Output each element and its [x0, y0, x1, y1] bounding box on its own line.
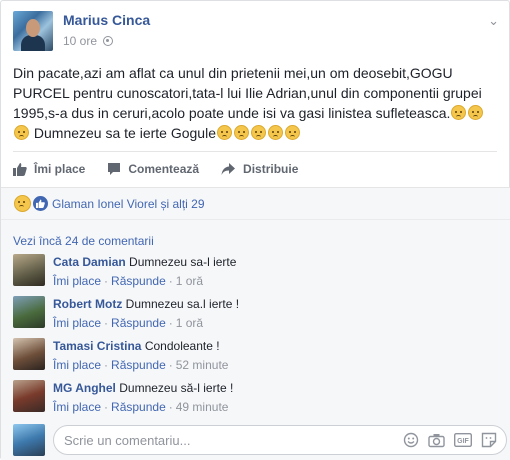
- share-button[interactable]: Distribuie: [221, 162, 298, 176]
- comment-like-link[interactable]: Îmi place: [53, 358, 101, 372]
- comment-button[interactable]: Comentează: [107, 162, 199, 176]
- camera-icon[interactable]: [428, 433, 445, 448]
- comment-line: Robert Motz Dumnezeu sa.l ierte !: [53, 296, 239, 312]
- commenter-name[interactable]: Robert Motz: [53, 297, 122, 311]
- comment-links: Îmi place · Răspunde · 1 oră: [53, 274, 204, 288]
- gif-icon[interactable]: GIF: [454, 433, 472, 447]
- comment: Tamasi Cristina Condoleante ! Îmi place ·…: [13, 338, 228, 374]
- sticker-icon[interactable]: [481, 432, 497, 448]
- comment-time[interactable]: 49 minute: [176, 400, 229, 414]
- post-body-end: Dumnezeu sa te ierte Gogule: [33, 125, 216, 141]
- comment-reply-link[interactable]: Răspunde: [111, 358, 166, 372]
- comment-time[interactable]: 1 oră: [176, 316, 203, 330]
- comment-like-link[interactable]: Îmi place: [53, 274, 101, 288]
- author-name[interactable]: Marius Cinca: [63, 12, 150, 28]
- post-header: Marius Cinca 10 ore: [13, 11, 150, 51]
- commenter-avatar[interactable]: [13, 338, 45, 370]
- sad-emoji-icon: [217, 125, 232, 140]
- comment-input[interactable]: Scrie un comentariu... GIF: [53, 425, 507, 455]
- sad-emoji-icon: [468, 105, 484, 120]
- post-actions: Îmi place Comentează Distribuie: [13, 151, 497, 185]
- comment-line: MG Anghel Dumnezeu să-l ierte !: [53, 380, 233, 396]
- comment-time[interactable]: 1 oră: [176, 274, 203, 288]
- reactions-bar[interactable]: Glaman Ionel Viorel și alți 29: [1, 187, 510, 219]
- emoji-icon[interactable]: [403, 432, 419, 448]
- commenter-name[interactable]: Cata Damian: [53, 255, 126, 269]
- commenter-avatar[interactable]: [13, 254, 45, 286]
- sad-emoji-icon: [234, 125, 249, 140]
- author-avatar[interactable]: [13, 11, 53, 51]
- commenter-avatar[interactable]: [13, 380, 45, 412]
- comment-body: MG Anghel Dumnezeu să-l ierte ! Îmi plac…: [53, 380, 233, 416]
- chevron-down-icon[interactable]: ⌄: [488, 13, 499, 29]
- comment-body: Robert Motz Dumnezeu sa.l ierte ! Îmi pl…: [53, 296, 239, 332]
- comment-like-link[interactable]: Îmi place: [53, 400, 101, 414]
- comment-links: Îmi place · Răspunde · 1 oră: [53, 316, 204, 330]
- comment-composer: Scrie un comentariu... GIF: [13, 424, 507, 456]
- comment-like-link[interactable]: Îmi place: [53, 316, 101, 330]
- svg-text:GIF: GIF: [457, 438, 469, 445]
- comment-body: Cata Damian Dumnezeu sa-l ierte Îmi plac…: [53, 254, 236, 290]
- commenter-name[interactable]: MG Anghel: [53, 381, 116, 395]
- share-label: Distribuie: [243, 161, 299, 176]
- like-reaction-icon: [33, 196, 48, 211]
- comment: Cata Damian Dumnezeu sa-l ierte Îmi plac…: [13, 254, 236, 290]
- post-timestamp[interactable]: 10 ore: [63, 34, 97, 48]
- reactions-count[interactable]: Glaman Ionel Viorel și alți 29: [52, 197, 205, 211]
- comment-links: Îmi place · Răspunde · 52 minute: [53, 358, 229, 372]
- comment-text: Dumnezeu sa.l ierte !: [125, 297, 240, 311]
- comment-placeholder[interactable]: Scrie un comentariu...: [64, 433, 394, 448]
- comment-time[interactable]: 52 minute: [176, 358, 229, 372]
- comment-text: Dumnezeu să-l ierte !: [119, 381, 234, 395]
- comment: Robert Motz Dumnezeu sa.l ierte ! Îmi pl…: [13, 296, 239, 332]
- share-icon: [221, 162, 236, 175]
- comment-label: Comentează: [128, 161, 200, 176]
- current-user-avatar: [13, 424, 45, 456]
- sad-emoji-icon: [268, 125, 283, 140]
- comment-reply-link[interactable]: Răspunde: [111, 400, 166, 414]
- like-label: Îmi place: [34, 161, 86, 176]
- composer-icons: GIF: [394, 432, 506, 448]
- sad-emoji-icon: [14, 195, 31, 212]
- sad-emoji-icon: [251, 125, 266, 140]
- comment-line: Cata Damian Dumnezeu sa-l ierte: [53, 254, 236, 270]
- comment-body: Tamasi Cristina Condoleante ! Îmi place ·…: [53, 338, 228, 374]
- comment: MG Anghel Dumnezeu să-l ierte ! Îmi plac…: [13, 380, 233, 416]
- sad-emoji-icon: [14, 125, 29, 140]
- sad-emoji-icon: [451, 105, 467, 120]
- post-text: Din pacate,azi am aflat ca unul din prie…: [13, 63, 499, 143]
- commenter-avatar[interactable]: [13, 296, 45, 328]
- comment-text: Condoleante !: [144, 339, 220, 353]
- comment-line: Tamasi Cristina Condoleante !: [53, 338, 228, 354]
- view-more-comments-link[interactable]: Vezi încă 24 de comentarii: [13, 234, 154, 248]
- comment-reply-link[interactable]: Răspunde: [111, 316, 166, 330]
- sad-emoji-icon: [285, 125, 300, 140]
- like-button[interactable]: Îmi place: [13, 162, 85, 176]
- post-body: Din pacate,azi am aflat ca unul din prie…: [13, 65, 482, 121]
- facebook-post: Marius Cinca 10 ore ⌄ Din pacate,azi am …: [0, 0, 510, 460]
- like-icon: [13, 162, 27, 176]
- comment-icon: [108, 162, 121, 175]
- post-time: 10 ore: [63, 34, 150, 48]
- comment-text: Dumnezeu sa-l ierte: [129, 255, 237, 269]
- comments-section: Vezi încă 24 de comentarii Cata Damian D…: [1, 219, 510, 460]
- comment-reply-link[interactable]: Răspunde: [111, 274, 166, 288]
- comment-links: Îmi place · Răspunde · 49 minute: [53, 400, 229, 414]
- commenter-name[interactable]: Tamasi Cristina: [53, 339, 141, 353]
- post-meta: Marius Cinca 10 ore: [63, 11, 150, 51]
- globe-icon: [103, 36, 114, 46]
